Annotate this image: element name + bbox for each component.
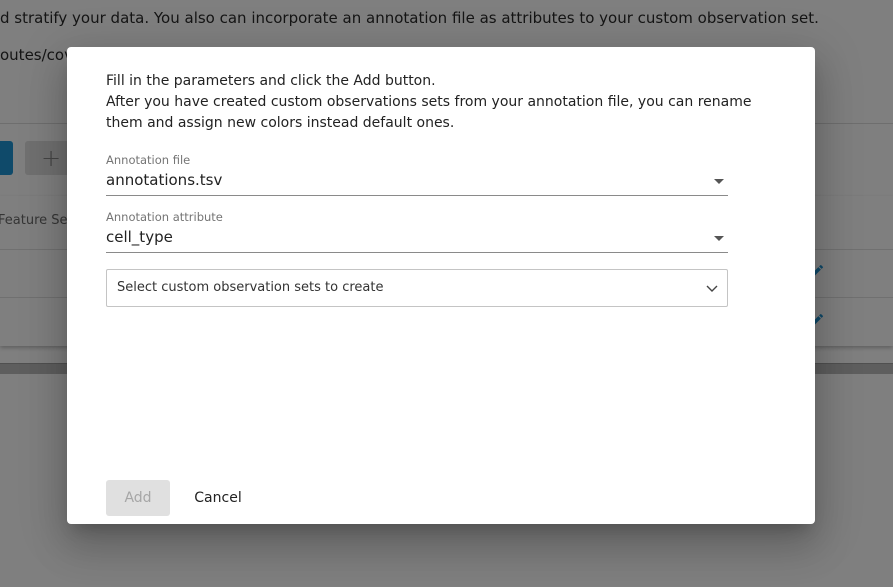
annotation-file-select[interactable]: annotations.tsv <box>106 168 728 196</box>
chevron-down-icon <box>706 285 718 292</box>
dropdown-arrow-icon <box>714 179 724 184</box>
multiselect-placeholder: Select custom observation sets to create <box>117 280 384 295</box>
dialog-instructions: Fill in the parameters and click the Add… <box>106 71 766 134</box>
add-observation-sets-dialog: Fill in the parameters and click the Add… <box>67 47 815 524</box>
annotation-file-value: annotations.tsv <box>106 171 223 189</box>
dropdown-arrow-icon <box>714 236 724 241</box>
instruction-line: Fill in the parameters and click the Add… <box>106 73 436 89</box>
cancel-button[interactable]: Cancel <box>182 480 254 516</box>
annotation-attribute-field: Annotation attribute cell_type <box>106 209 728 253</box>
annotation-file-label: Annotation file <box>106 153 191 167</box>
instruction-line: After you have created custom observatio… <box>106 94 752 131</box>
annotation-attribute-select[interactable]: cell_type <box>106 225 728 253</box>
observation-sets-multiselect[interactable]: Select custom observation sets to create <box>106 269 728 307</box>
annotation-file-field: Annotation file annotations.tsv <box>106 152 728 196</box>
add-button[interactable]: Add <box>106 480 170 516</box>
annotation-attribute-label: Annotation attribute <box>106 210 223 224</box>
annotation-attribute-value: cell_type <box>106 228 173 246</box>
